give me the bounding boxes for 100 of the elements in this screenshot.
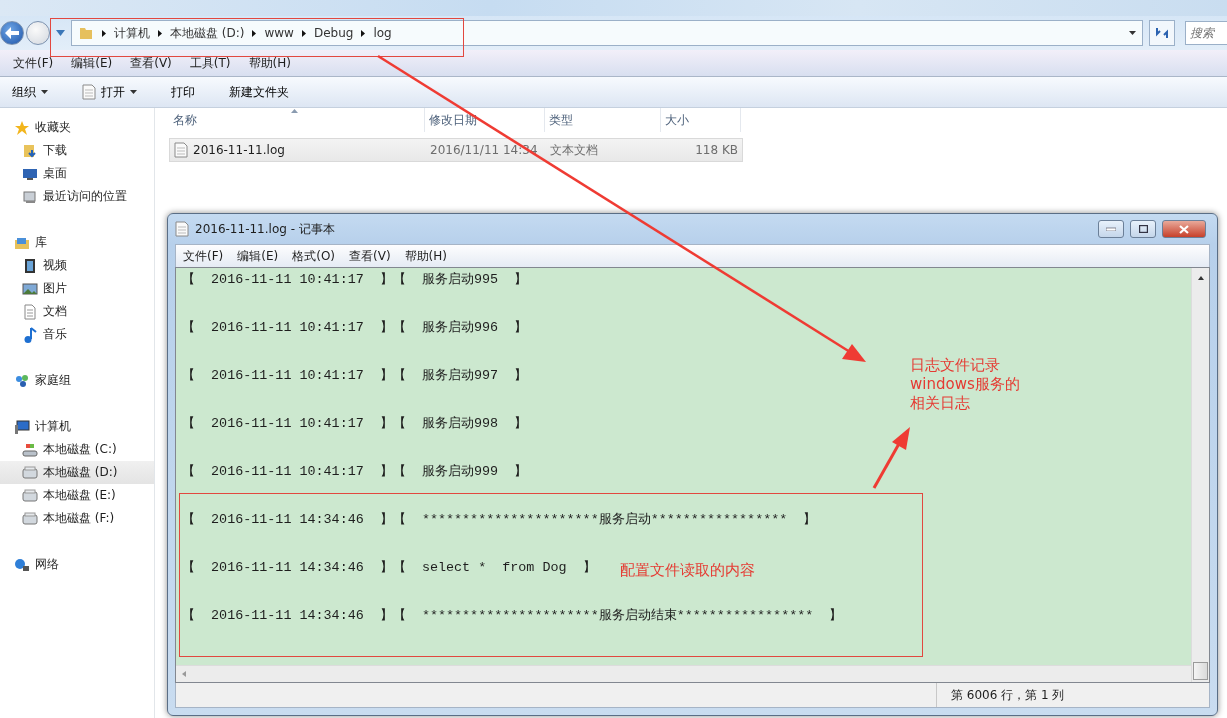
- sidebar-item[interactable]: 库: [0, 231, 154, 254]
- log-line: 【 2016-11-11 14:34:46 】【 **********************服务启动结束***************** 】: [182, 607, 843, 625]
- back-button[interactable]: [0, 21, 24, 45]
- maximize-button[interactable]: [1130, 220, 1156, 238]
- vertical-scrollbar[interactable]: [1191, 268, 1209, 682]
- menu-item[interactable]: 编辑(E): [230, 247, 286, 265]
- doc-icon: [22, 303, 38, 320]
- menu-item[interactable]: 帮助(H): [397, 247, 454, 265]
- sidebar-item[interactable]: 计算机: [0, 415, 154, 438]
- chevron-icon: [301, 29, 306, 37]
- window-title: 2016-11-11.log - 记事本: [195, 220, 336, 238]
- menu-item[interactable]: 工具(T): [180, 54, 240, 72]
- sidebar-item[interactable]: 音乐: [0, 323, 154, 346]
- annotation-text: windows服务的: [910, 375, 1020, 394]
- menu-item[interactable]: 文件(F): [176, 247, 231, 265]
- menu-item[interactable]: 查看(V): [121, 54, 181, 72]
- toolbar-button[interactable]: 打印: [163, 83, 203, 101]
- breadcrumb[interactable]: 计算机: [114, 24, 150, 42]
- network-icon: [14, 556, 30, 573]
- sidebar-item[interactable]: 文档: [0, 300, 154, 323]
- horizontal-scrollbar[interactable]: [176, 665, 1191, 682]
- toolbar-button[interactable]: 新建文件夹: [221, 83, 297, 101]
- sidebar-item[interactable]: 收藏夹: [0, 116, 154, 139]
- document-icon: [174, 142, 188, 158]
- status-text: 第 6006 行，第 1 列: [936, 683, 1209, 707]
- document-icon: [82, 84, 96, 100]
- sidebar-item[interactable]: 桌面: [0, 162, 154, 185]
- breadcrumb[interactable]: log: [373, 26, 392, 40]
- menu-item[interactable]: 帮助(H): [239, 54, 300, 72]
- sidebar-item[interactable]: 最近访问的位置: [0, 185, 154, 208]
- caret-icon: [1129, 31, 1136, 35]
- drive-icon: [22, 487, 38, 504]
- refresh-button[interactable]: [1149, 20, 1175, 46]
- drive-icon: [22, 510, 38, 527]
- menu-item[interactable]: 格式(O): [285, 247, 343, 265]
- menu-item[interactable]: 文件(F): [4, 54, 63, 72]
- arrow: [872, 427, 910, 489]
- sidebar-item[interactable]: 本地磁盘 (E:): [0, 484, 154, 507]
- text-editor[interactable]: [175, 267, 1210, 683]
- scroll-up-icon: [1197, 276, 1204, 280]
- toolbar-button[interactable]: 组织: [4, 83, 56, 101]
- log-line: 【 2016-11-11 14:34:46 】【 **********************服务启动***************** 】: [182, 511, 817, 529]
- menu-item[interactable]: 编辑(E): [62, 54, 122, 72]
- minimize-button[interactable]: [1098, 220, 1124, 238]
- sidebar-item[interactable]: 视频: [0, 254, 154, 277]
- search-field[interactable]: 搜索: [1185, 21, 1227, 45]
- music-icon: [22, 326, 38, 343]
- annotation-text: 日志文件记录: [910, 356, 1001, 375]
- maximize-icon: [1138, 225, 1148, 233]
- document-icon: [175, 221, 189, 237]
- chevron-icon: [252, 29, 257, 37]
- file-size: 118 KB: [694, 143, 739, 157]
- caret-icon: [130, 90, 137, 94]
- sidebar-item[interactable]: 家庭组: [0, 369, 154, 392]
- system-drive-icon: [22, 441, 38, 458]
- chevron-icon: [158, 29, 162, 37]
- log-line: 【 2016-11-11 10:41:17 】【 服务启动995 】: [182, 271, 528, 289]
- video-icon: [22, 257, 38, 274]
- dropdown-icon: [56, 30, 65, 36]
- drive-icon: [22, 464, 38, 481]
- folder-icon: [78, 25, 94, 41]
- minimize-icon: [1106, 227, 1116, 231]
- breadcrumb[interactable]: Debug: [313, 26, 354, 40]
- sidebar-item[interactable]: 图片: [0, 277, 154, 300]
- annotation-text: 相关日志: [910, 394, 971, 413]
- file-type: 文本文档: [549, 141, 599, 159]
- sidebar-item[interactable]: 下载: [0, 139, 154, 162]
- sidebar-item[interactable]: 本地磁盘 (C:): [0, 438, 154, 461]
- log-line: 【 2016-11-11 10:41:17 】【 服务启动998 】: [182, 415, 528, 433]
- scrollbar-thumb[interactable]: [1193, 662, 1208, 680]
- recent-icon: [22, 188, 38, 205]
- caret-icon: [41, 90, 48, 94]
- log-line: 【 2016-11-11 10:41:17 】【 服务启动997 】: [182, 367, 528, 385]
- computer-icon: [14, 418, 30, 435]
- column-header[interactable]: 名称: [169, 108, 425, 132]
- column-header[interactable]: 类型: [545, 108, 661, 132]
- log-line: 【 2016-11-11 10:41:17 】【 服务启动996 】: [182, 319, 528, 337]
- chevron-icon: [361, 29, 366, 37]
- sidebar-item[interactable]: 网络: [0, 553, 154, 576]
- menu-item[interactable]: 查看(V): [342, 247, 398, 265]
- annotation-text: 配置文件读取的内容: [620, 561, 755, 580]
- breadcrumb[interactable]: www: [264, 26, 294, 40]
- log-line: 【 2016-11-11 14:34:46 】【 select * from Dog 】: [182, 559, 596, 577]
- toolbar-button[interactable]: 打开: [74, 83, 145, 101]
- image-icon: [22, 280, 38, 297]
- file-name: 2016-11-11.log: [193, 143, 285, 157]
- breadcrumb[interactable]: 本地磁盘 (D:): [170, 24, 245, 42]
- forward-button[interactable]: [26, 21, 50, 45]
- column-header[interactable]: 大小: [661, 108, 741, 132]
- home-icon: [14, 372, 30, 389]
- scroll-left-icon: [182, 671, 186, 677]
- address-bar[interactable]: 计算机 本地磁盘 (D:) www Debug log: [71, 20, 1143, 46]
- log-line: 【 2016-11-11 10:41:17 】【 服务启动999 】: [182, 463, 528, 481]
- close-icon: [1179, 224, 1189, 234]
- sidebar-item[interactable]: 本地磁盘 (F:): [0, 507, 154, 530]
- chevron-icon: [102, 29, 106, 37]
- refresh-icon: [1155, 26, 1169, 40]
- close-button[interactable]: [1162, 220, 1206, 238]
- sidebar-item[interactable]: 本地磁盘 (D:): [0, 461, 154, 484]
- star-icon: [14, 119, 30, 136]
